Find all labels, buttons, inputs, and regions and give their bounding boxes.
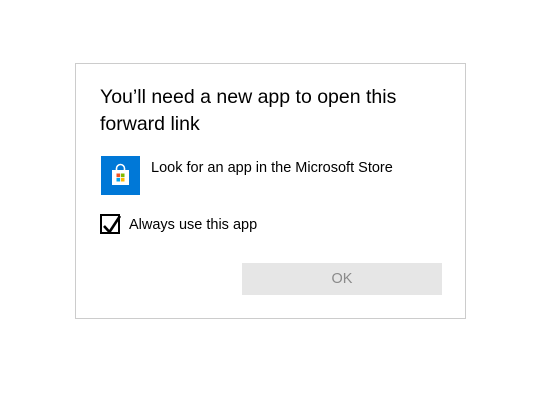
checkmark-icon — [103, 215, 122, 235]
microsoft-store-option[interactable]: Look for an app in the Microsoft Store — [100, 155, 440, 197]
store-option-label: Look for an app in the Microsoft Store — [151, 160, 393, 176]
always-use-label: Always use this app — [129, 217, 258, 233]
open-with-dialog: You’ll need a new app to open this forwa… — [75, 63, 466, 319]
ok-button[interactable]: OK — [242, 263, 442, 295]
microsoft-store-icon — [101, 156, 140, 195]
always-use-this-app-checkbox-row[interactable]: Always use this app — [100, 214, 350, 236]
dialog-title: You’ll need a new app to open this forwa… — [100, 86, 397, 135]
always-use-checkbox[interactable] — [100, 214, 122, 235]
